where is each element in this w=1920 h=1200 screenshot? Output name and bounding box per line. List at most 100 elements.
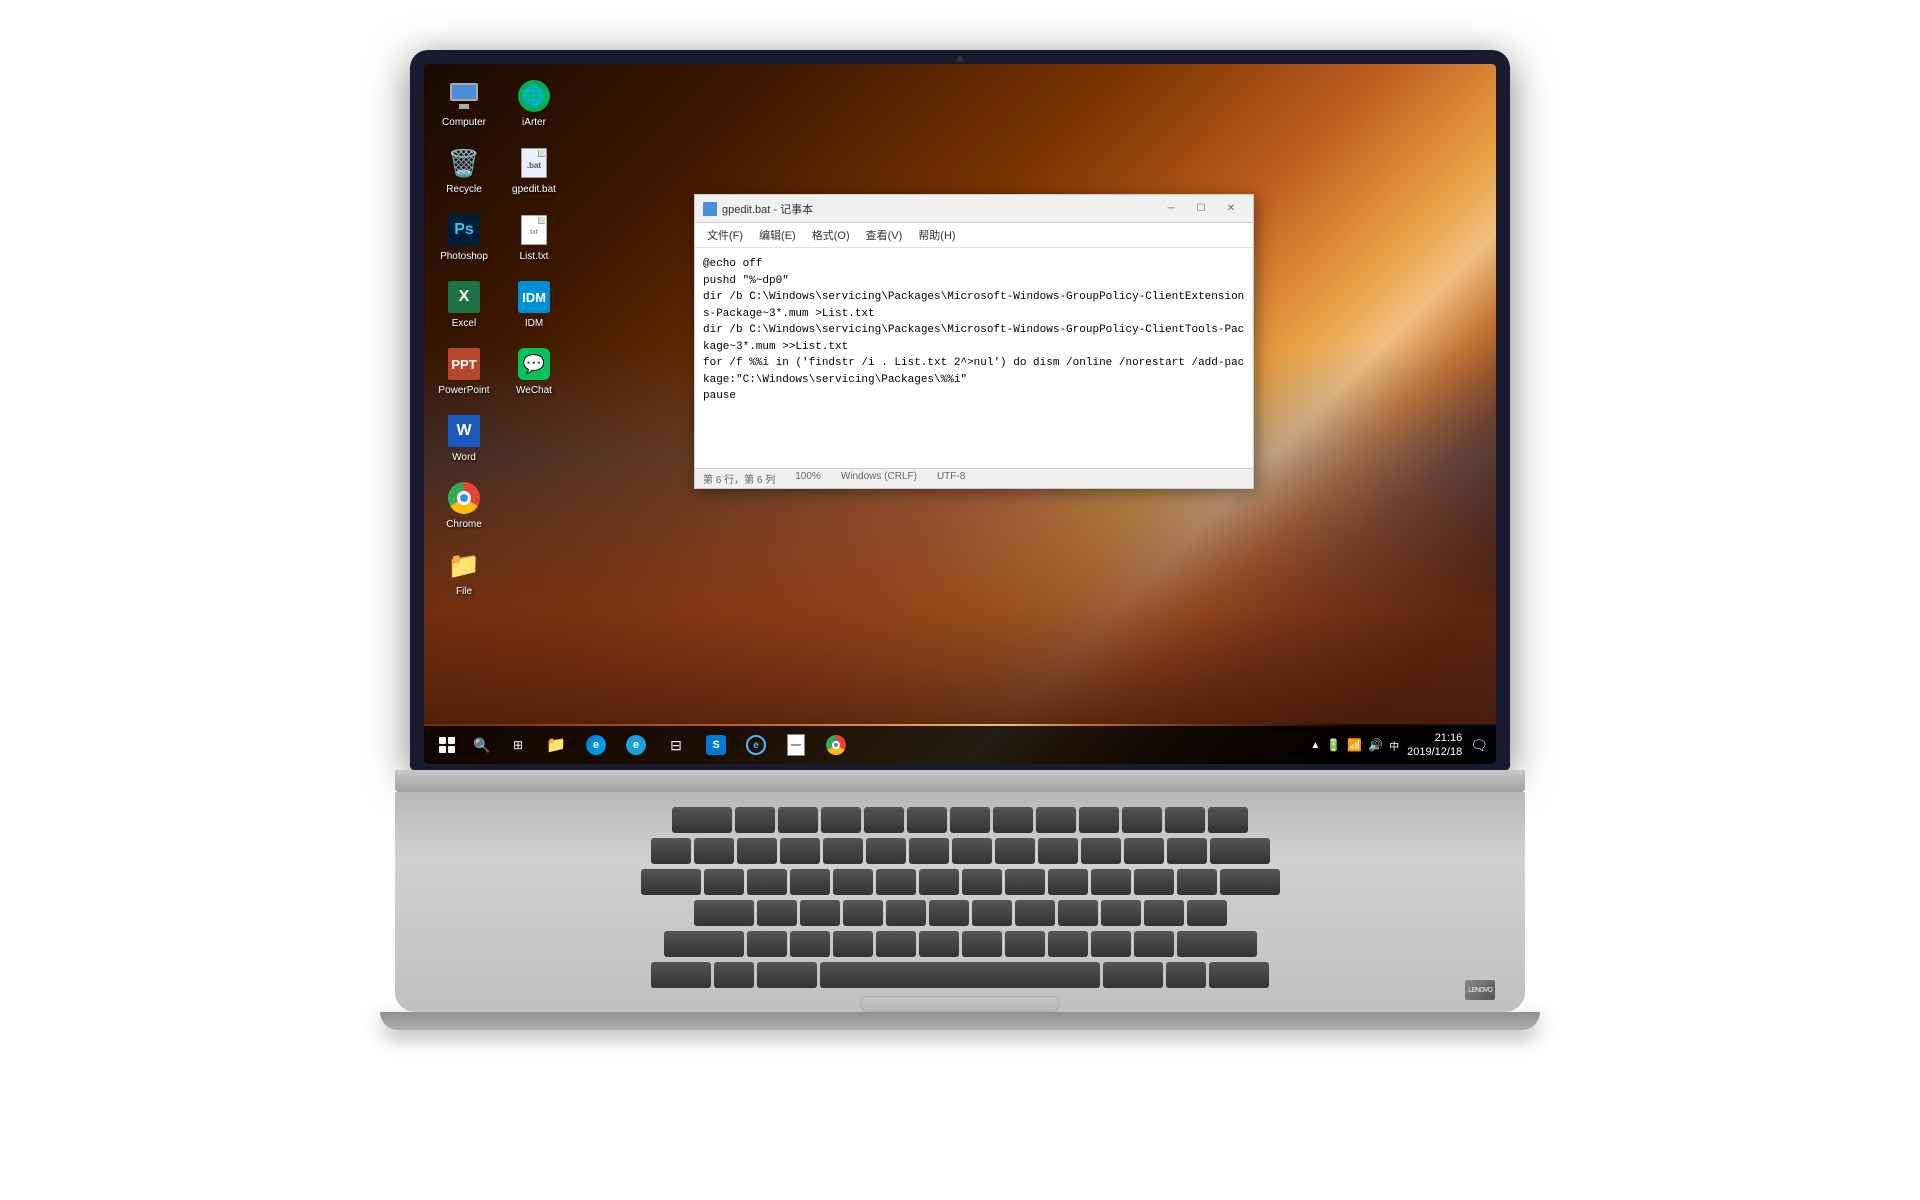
bottom-key-row: [452, 962, 1469, 988]
key-alt-r: [1103, 962, 1163, 988]
camera: [957, 56, 963, 62]
key-5: [866, 838, 906, 864]
wechat-icon: 💬: [516, 346, 552, 382]
key-e: [790, 869, 830, 895]
notepad-pinned-taskbar[interactable]: [780, 729, 812, 761]
notepad-titlebar[interactable]: gpedit.bat - 记事本 ─ ☐ ✕: [695, 195, 1253, 223]
key-9: [1038, 838, 1078, 864]
tray-up-arrow[interactable]: ▲: [1310, 740, 1320, 751]
notepad-window[interactable]: gpedit.bat - 记事本 ─ ☐ ✕ 文件(F) 编辑(E) 格式(O)…: [694, 194, 1254, 489]
key-i: [1005, 869, 1045, 895]
menu-view[interactable]: 查看(V): [858, 225, 911, 245]
monitor-screen: [450, 83, 478, 101]
monitor-shape: [448, 83, 480, 109]
key-l: [1101, 900, 1141, 926]
desktop-icon-photoshop[interactable]: Ps Photoshop: [434, 208, 494, 267]
statusbar-lineending: Windows (CRLF): [841, 471, 917, 486]
idm-icon: IDM: [516, 279, 552, 315]
desktop-icon-wechat[interactable]: 💬 WeChat: [504, 342, 564, 401]
desktop-icon-excel[interactable]: X Excel: [434, 275, 494, 334]
key-tilde: [651, 838, 691, 864]
word-icon: W: [446, 413, 482, 449]
menu-format[interactable]: 格式(O): [804, 225, 858, 245]
globe-shape: 🌐: [518, 80, 550, 112]
store-taskbar[interactable]: S: [700, 729, 732, 761]
gpedit-label: gpedit.bat: [512, 184, 556, 196]
windows-logo: [439, 737, 455, 753]
desktop-icon-listtxt[interactable]: txt List.txt: [504, 208, 564, 267]
task-view-button[interactable]: ⊞: [502, 729, 534, 761]
taskmanager-taskbar[interactable]: ⊟: [660, 729, 692, 761]
ie-taskbar[interactable]: e: [620, 729, 652, 761]
gpedit-icon: .bat: [516, 145, 552, 181]
desktop-icons-area: Computer 🌐 iArter 🗑️ R: [434, 74, 564, 602]
statusbar-position: 第 6 行，第 6 列: [703, 471, 775, 486]
file-explorer-taskbar[interactable]: 📁: [540, 729, 572, 761]
notepad-content[interactable]: @echo off pushd "%~dp0" dir /b C:\Window…: [695, 248, 1253, 468]
tray-volume[interactable]: 🔊: [1368, 738, 1383, 752]
key-c: [833, 931, 873, 957]
key-rbrace: [1177, 869, 1217, 895]
word-shape: W: [448, 415, 480, 447]
key-f5: [907, 807, 947, 833]
desktop-icon-recycle[interactable]: 🗑️ Recycle: [434, 141, 494, 200]
icon-row-6: W Word: [434, 409, 564, 468]
desktop-icon-powerpoint[interactable]: PPT PowerPoint: [434, 342, 494, 401]
desktop-icon-word[interactable]: W Word: [434, 409, 494, 468]
key-f9: [1079, 807, 1119, 833]
menu-edit[interactable]: 编辑(E): [751, 225, 804, 245]
maximize-button[interactable]: ☐: [1187, 199, 1215, 219]
key-f7: [993, 807, 1033, 833]
desktop-icon-iarter[interactable]: 🌐 iArter: [504, 74, 564, 133]
tray-network: 📶: [1347, 738, 1362, 752]
icon-row-8: 📁 File: [434, 543, 564, 602]
excel-label: Excel: [452, 318, 476, 330]
key-f: [886, 900, 926, 926]
chrome-taskbar-inner: [832, 741, 840, 749]
key-f2: [778, 807, 818, 833]
listtxt-icon: txt: [516, 212, 552, 248]
key-s: [800, 900, 840, 926]
tray-battery: 🔋: [1326, 738, 1341, 752]
key-2: [737, 838, 777, 864]
start-button[interactable]: [432, 730, 462, 760]
key-0: [1081, 838, 1121, 864]
search-taskbar-button[interactable]: 🔍: [466, 729, 498, 761]
key-f3: [821, 807, 861, 833]
edge-old-taskbar[interactable]: e: [740, 729, 772, 761]
minimize-button[interactable]: ─: [1157, 199, 1185, 219]
desktop-icon-gpedit[interactable]: .bat gpedit.bat: [504, 141, 564, 200]
notepad-statusbar: 第 6 行，第 6 列 100% Windows (CRLF) UTF-8: [695, 468, 1253, 488]
touchpad[interactable]: [860, 996, 1060, 1012]
menu-help[interactable]: 帮助(H): [910, 225, 963, 245]
key-r: [833, 869, 873, 895]
key-v: [876, 931, 916, 957]
key-f8: [1036, 807, 1076, 833]
icon-row-1: Computer 🌐 iArter: [434, 74, 564, 133]
key-shift-l: [664, 931, 744, 957]
desktop-icon-computer[interactable]: Computer: [434, 74, 494, 133]
system-clock[interactable]: 21:16 2019/12/18: [1407, 731, 1462, 760]
iarter-icon: 🌐: [516, 78, 552, 114]
tray-language[interactable]: 中: [1389, 738, 1399, 753]
taskbar-left: 🔍 ⊞ 📁 e e: [432, 729, 854, 761]
notification-button[interactable]: 🗨: [1470, 737, 1488, 754]
desktop-icon-file[interactable]: 📁 File: [434, 543, 494, 602]
chrome-taskbar[interactable]: [820, 729, 852, 761]
edge-chromium-taskbar[interactable]: e: [580, 729, 612, 761]
excel-shape: X: [448, 281, 480, 313]
key-x: [790, 931, 830, 957]
screen-bezel: Computer 🌐 iArter 🗑️ R: [410, 50, 1510, 770]
close-button[interactable]: ✕: [1217, 199, 1245, 219]
ps-shape: Ps: [448, 214, 480, 246]
zxcv-key-row: [452, 931, 1469, 957]
key-z: [747, 931, 787, 957]
menu-file[interactable]: 文件(F): [699, 225, 751, 245]
key-g: [929, 900, 969, 926]
icon-row-2: 🗑️ Recycle .bat gpedit.bat: [434, 141, 564, 200]
key-8: [995, 838, 1035, 864]
desktop[interactable]: Computer 🌐 iArter 🗑️ R: [424, 64, 1496, 764]
desktop-icon-chrome[interactable]: Chrome: [434, 476, 494, 535]
key-enter: [1220, 869, 1280, 895]
desktop-icon-idm[interactable]: IDM IDM: [504, 275, 564, 334]
